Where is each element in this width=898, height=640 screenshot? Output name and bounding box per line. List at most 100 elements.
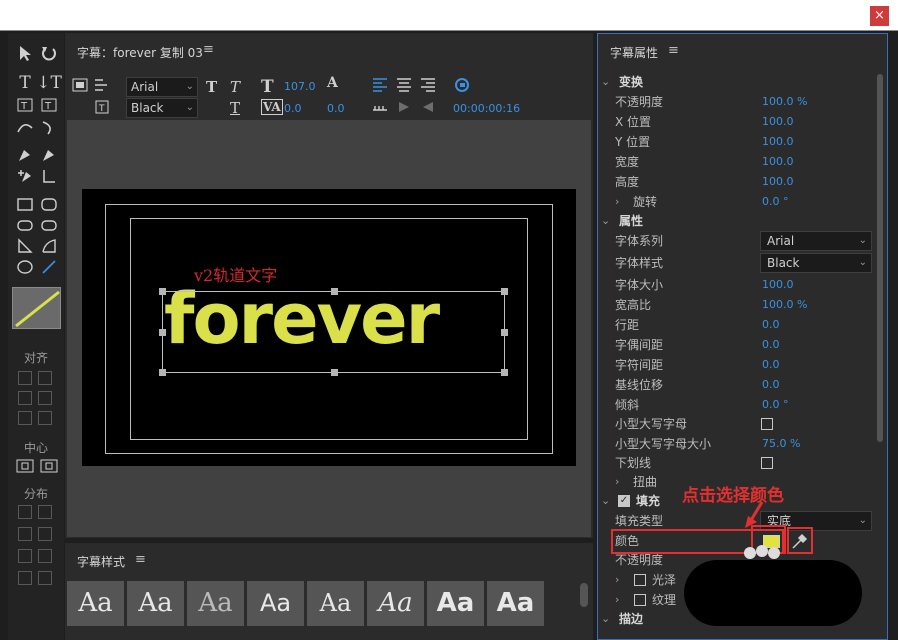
vertical-path-type-tool-icon[interactable] (38, 117, 60, 137)
area-type-tool-icon[interactable]: T (14, 95, 36, 115)
templates-icon[interactable]: T (91, 97, 113, 117)
background-video-toggle-icon[interactable] (69, 75, 91, 95)
tab-right-icon[interactable] (417, 97, 439, 117)
timecode-value[interactable]: 00:00:00:16 (453, 102, 520, 115)
style-swatch[interactable]: Aa (67, 581, 124, 626)
style-swatch[interactable]: Aa (187, 581, 244, 626)
cursor-click-icon (742, 541, 782, 561)
delete-anchor-tool-icon[interactable] (38, 145, 60, 165)
text-toolbar: T Arial ⌄ Black ⌄ T T T T 107.0 VA 0.0 A 0… (65, 69, 593, 119)
resize-handle[interactable] (501, 369, 508, 376)
panel-menu-icon[interactable]: ≡ (203, 42, 214, 57)
style-swatch[interactable]: Aa (127, 581, 184, 626)
ellipse-tool-icon[interactable] (14, 257, 36, 277)
resize-handle[interactable] (501, 329, 508, 336)
rectangle-tool-icon[interactable] (14, 194, 36, 214)
distribute-section-label: 分布 (23, 487, 48, 501)
prop-height: 高度 100.0 (615, 175, 794, 189)
prop-aspect: 宽高比 100.0 % (615, 298, 808, 312)
convert-anchor-tool-icon[interactable] (38, 166, 60, 186)
vertical-type-tool-icon[interactable]: ↓T (36, 73, 62, 93)
style-swatch[interactable]: Aa (307, 581, 364, 626)
bold-icon[interactable]: T (206, 78, 217, 96)
tab-ruler-icon[interactable] (369, 97, 391, 117)
line-tool-icon[interactable] (38, 257, 60, 277)
arc-tool-icon[interactable] (38, 236, 60, 256)
resize-handle[interactable] (159, 329, 166, 336)
styles-title: 字幕样式 (77, 555, 126, 569)
font-style-dropdown[interactable]: Black ⌄ (126, 98, 198, 118)
chevron-right-icon: › (615, 573, 620, 586)
path-type-tool-icon[interactable] (14, 117, 36, 137)
font-size-value[interactable]: 107.0 (284, 80, 316, 93)
styles-scrollbar[interactable] (580, 583, 588, 607)
tab-left-icon[interactable] (393, 97, 415, 117)
style-swatch[interactable]: Aa (247, 581, 304, 626)
leading-value[interactable]: 0.0 (327, 102, 345, 115)
font-family-value: Arial (767, 234, 795, 248)
align-buttons[interactable] (16, 369, 56, 429)
fill-checkbox[interactable]: ✓ (618, 495, 630, 507)
center-horizontal-icon[interactable] (14, 456, 36, 476)
prop-width: 宽度 100.0 (615, 155, 794, 169)
svg-text:T: T (98, 104, 105, 114)
resize-handle[interactable] (331, 369, 338, 376)
prop-font-size: 字体大小 100.0 (615, 278, 794, 292)
font-family-value: Arial (131, 80, 159, 94)
kerning-value[interactable]: 0.0 (284, 102, 302, 115)
annotation-highlight-eyedropper (787, 527, 813, 554)
small-caps-checkbox[interactable] (761, 418, 773, 430)
chevron-down-icon: ⌄ (858, 257, 867, 268)
shape-preview (12, 287, 61, 329)
clipped-rect-tool-icon[interactable] (14, 215, 36, 235)
texture-checkbox[interactable] (634, 594, 646, 606)
props-menu-icon[interactable]: ≡ (668, 43, 679, 58)
align-left-icon[interactable] (369, 75, 391, 95)
close-button[interactable]: × (870, 6, 889, 26)
wedge-tool-icon[interactable] (14, 236, 36, 256)
rounded-corner-rect-tool-icon[interactable] (38, 215, 60, 235)
rotate-tool-icon[interactable] (38, 43, 60, 63)
font-size-icon: T (261, 77, 274, 97)
resize-handle[interactable] (159, 288, 166, 295)
italic-icon[interactable]: T (230, 78, 240, 96)
chevron-down-icon: ⌄ (858, 515, 867, 526)
type-tool-icon[interactable]: T (14, 73, 36, 93)
title-stage[interactable]: v2轨道文字 forever (67, 120, 591, 537)
style-swatch[interactable]: Aa (367, 581, 424, 626)
align-center-icon[interactable] (393, 75, 415, 95)
props-title: 字幕属性 (610, 46, 659, 60)
resize-handle[interactable] (331, 288, 338, 295)
font-style-dropdown[interactable]: Black ⌄ (760, 253, 872, 273)
tab-stops-icon[interactable] (91, 75, 113, 95)
selection-tool-icon[interactable] (14, 43, 36, 63)
resize-handle[interactable] (159, 369, 166, 376)
sheen-checkbox[interactable] (634, 574, 646, 586)
resize-handle[interactable] (501, 288, 508, 295)
style-swatch[interactable]: Aa (427, 581, 484, 626)
style-swatch[interactable]: Aa (487, 581, 544, 626)
prop-rotation[interactable]: › 旋转 0.0 ° (598, 192, 878, 212)
rounded-rect-tool-icon[interactable] (38, 194, 60, 214)
chevron-right-icon: › (615, 475, 620, 488)
styles-menu-icon[interactable]: ≡ (135, 552, 146, 567)
transform-section[interactable]: ⌄ 变换 (598, 72, 878, 92)
chevron-down-icon: ⌄ (185, 102, 194, 113)
font-family-dropdown[interactable]: Arial ⌄ (760, 231, 872, 251)
vertical-area-type-tool-icon[interactable]: T (38, 95, 60, 115)
font-style-value: Black (131, 101, 164, 115)
font-family-dropdown[interactable]: Arial ⌄ (126, 77, 198, 97)
sync-video-icon[interactable] (451, 75, 473, 95)
distribute-buttons[interactable] (16, 503, 56, 613)
underline-icon[interactable]: T (230, 99, 240, 117)
text-bounding-box[interactable] (159, 288, 508, 376)
align-right-icon[interactable] (417, 75, 439, 95)
video-frame: v2轨道文字 forever (82, 189, 576, 466)
prop-small-caps-size: 小型大写字母大小 75.0 % (615, 437, 801, 451)
attributes-section[interactable]: ⌄ 属性 (598, 211, 878, 231)
pen-tool-icon[interactable] (14, 145, 36, 165)
center-vertical-icon[interactable] (38, 456, 60, 476)
underline-checkbox[interactable] (761, 457, 773, 469)
redaction-blob (684, 560, 862, 626)
add-anchor-tool-icon[interactable] (14, 166, 36, 186)
